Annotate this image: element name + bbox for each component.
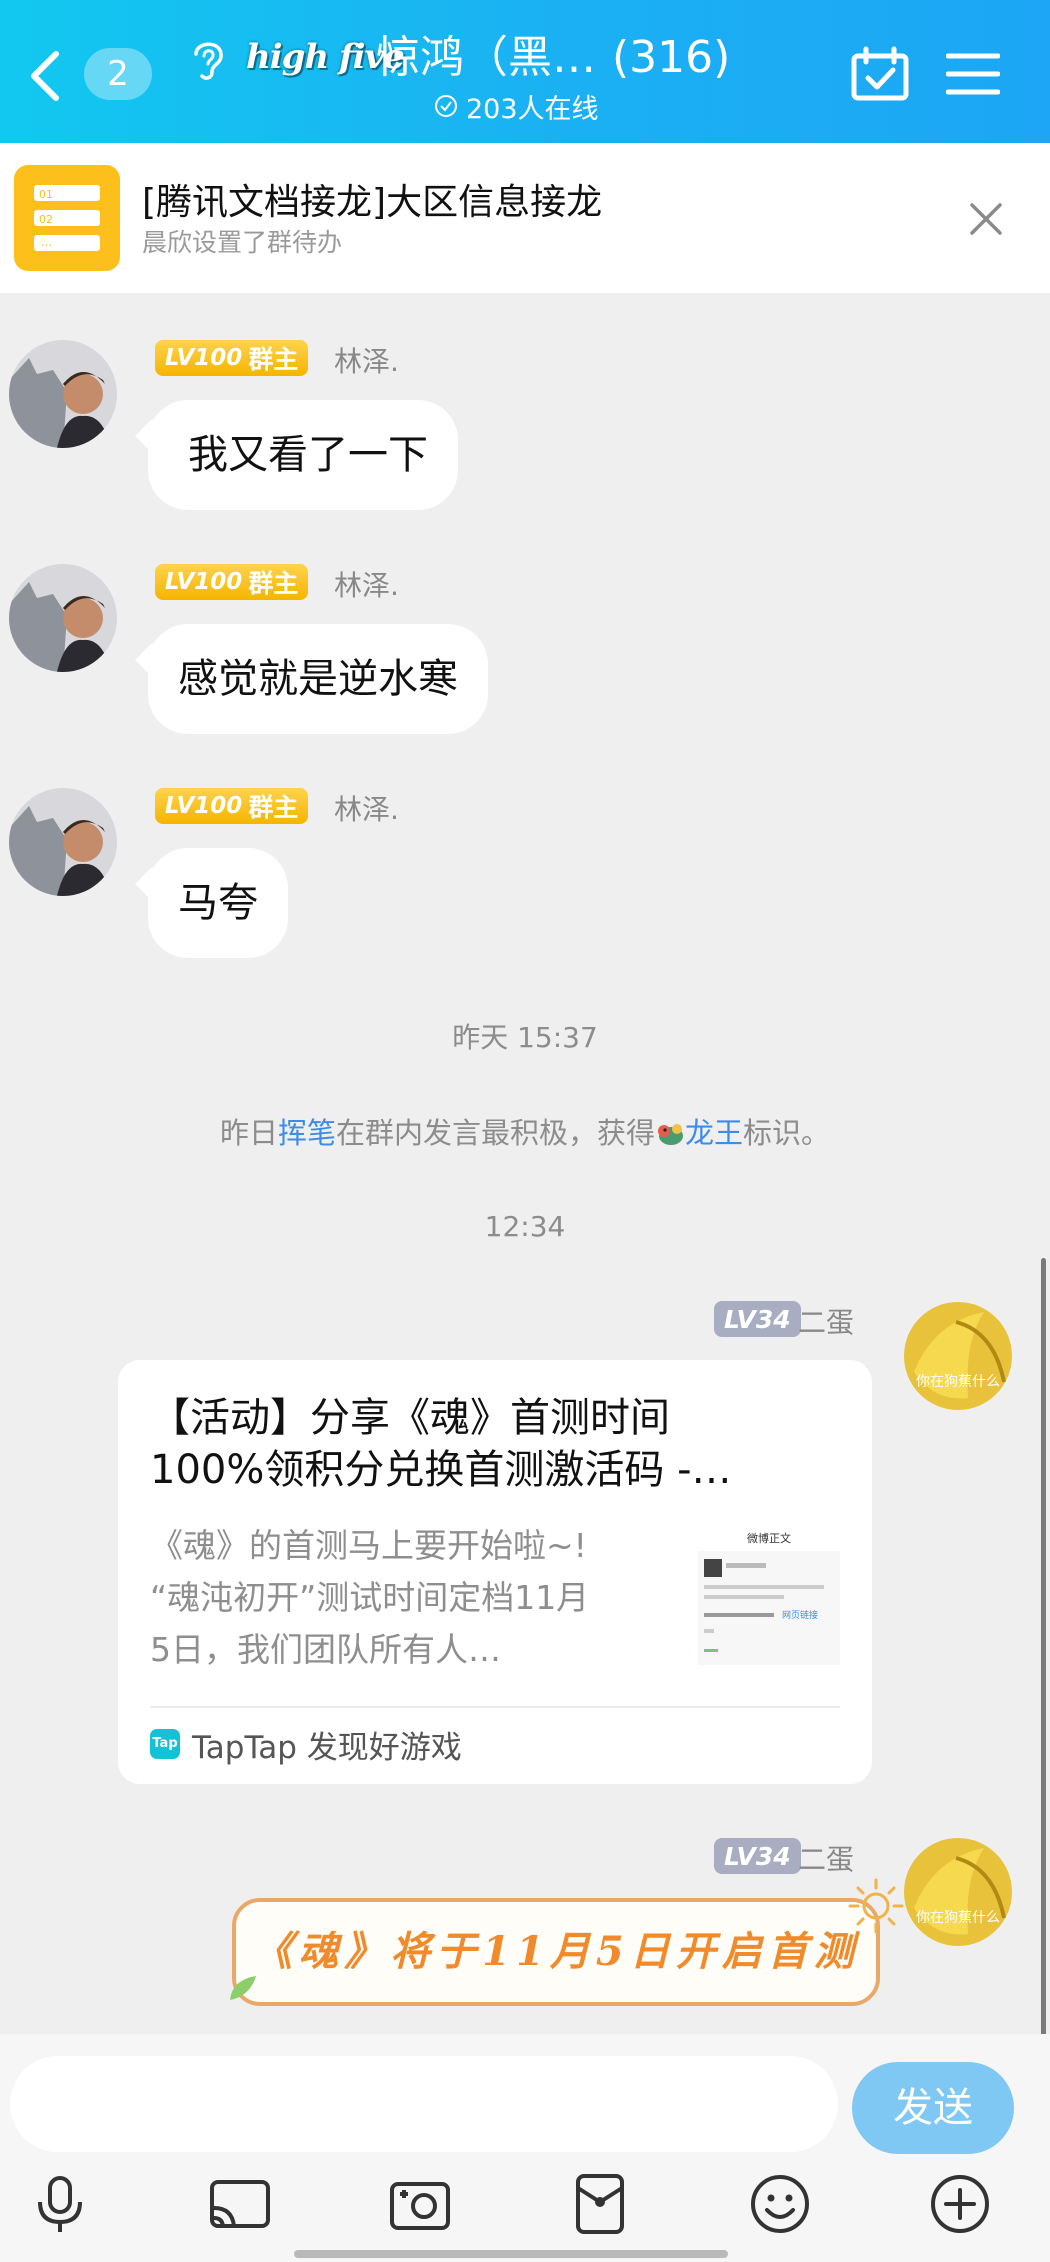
- scrollbar[interactable]: [1041, 1258, 1046, 2038]
- card-title: 【活动】分享《魂》首测时间 100%领积分兑换首测激活码 -…: [150, 1392, 840, 1496]
- avatar-image: 你在狗蕉什么: [904, 1838, 1012, 1946]
- card-source-text: TapTap 发现好游戏: [192, 1729, 462, 1766]
- clock-check-icon: [435, 95, 457, 117]
- card-desc-line: 《魂》的首测马上要开始啦~!: [150, 1526, 587, 1565]
- badge-role: 群主: [248, 569, 299, 598]
- avatar[interactable]: [9, 340, 117, 448]
- svg-text:02: 02: [39, 213, 53, 226]
- badge-role: 群主: [248, 345, 299, 374]
- message-bubble[interactable]: 马夸: [148, 848, 288, 958]
- timestamp: 昨天 15:37: [452, 1021, 598, 1054]
- avatar-caption: 你在狗蕉什么: [916, 1374, 1000, 1390]
- card-desc-line: 5日，我们团队所有人…: [150, 1630, 501, 1669]
- input-area: 发送: [0, 2034, 1050, 2262]
- badge-level: LV100: [165, 345, 243, 371]
- notice-user-link[interactable]: 挥笔: [278, 1116, 336, 1150]
- document-list-icon: 01 02 …: [14, 165, 120, 271]
- sender-name[interactable]: 林泽.: [334, 788, 399, 828]
- thumb-link: 网页链接: [782, 1609, 818, 1621]
- pinned-subtitle: 晨欣设置了群待办: [142, 228, 343, 257]
- plus-icon[interactable]: [928, 2172, 992, 2236]
- share-card[interactable]: 【活动】分享《魂》首测时间 100%领积分兑换首测激活码 -… 《魂》的首测马上…: [118, 1360, 872, 1784]
- notice-text: 在群内发言最积极，获得: [335, 1116, 655, 1150]
- timestamp: 12:34: [484, 1210, 566, 1243]
- sun-icon: [848, 1878, 904, 1934]
- card-title-line: 【活动】分享《魂》首测时间: [150, 1395, 670, 1441]
- member-count: (316): [612, 32, 731, 83]
- avatar[interactable]: [9, 788, 117, 896]
- svg-text:…: …: [41, 236, 52, 249]
- card-thumbnail: 微博正文 网页链接: [698, 1525, 840, 1665]
- message-text: 我又看了一下: [188, 432, 428, 478]
- red-packet-icon[interactable]: [568, 2172, 632, 2236]
- svg-text:01: 01: [39, 188, 53, 201]
- home-indicator[interactable]: [294, 2250, 728, 2258]
- card-description: 《魂》的首测马上要开始啦~! “魂沌初开”测试时间定档11月 5日，我们团队所有…: [150, 1520, 680, 1676]
- owner-level-badge: LV100 群主: [155, 564, 309, 600]
- online-count: 203人在线: [466, 93, 599, 125]
- photo-icon[interactable]: [388, 2172, 452, 2236]
- member-level-badge: LV34: [714, 1301, 801, 1337]
- member-level-badge: LV34: [714, 1838, 801, 1874]
- sender-name[interactable]: 二蛋: [798, 1838, 854, 1878]
- close-icon[interactable]: [966, 199, 1006, 239]
- avatar-image: [9, 340, 117, 448]
- leaf-icon: [230, 1976, 256, 2000]
- card-title-line: 100%领积分兑换首测激活码 -…: [150, 1447, 732, 1493]
- menu-icon[interactable]: [946, 52, 1000, 96]
- message-bubble[interactable]: 感觉就是逆水寒: [148, 624, 488, 734]
- online-status: 203人在线: [434, 88, 599, 125]
- pinned-todo-bar[interactable]: 01 02 … [腾讯文档接龙]大区信息接龙 晨欣设置了群待办: [0, 143, 1050, 293]
- self-avatar[interactable]: 你在狗蕉什么: [904, 1302, 1012, 1410]
- badge-level: LV34: [724, 1841, 791, 1871]
- message-text: 感觉就是逆水寒: [178, 656, 458, 702]
- chat-header: 2 high five 惊鸿（黑… (316) 203人在线: [0, 0, 1050, 143]
- dragon-icon: [658, 1124, 683, 1145]
- microphone-icon[interactable]: [28, 2172, 92, 2236]
- owner-level-badge: LV100 群主: [155, 340, 309, 376]
- owner-level-badge: LV100 群主: [155, 788, 309, 824]
- message-text: 马夸: [178, 880, 258, 926]
- avatar-caption: 你在狗蕉什么: [916, 1910, 1000, 1926]
- emoji-icon[interactable]: [748, 2172, 812, 2236]
- group-title[interactable]: 惊鸿（黑… (316): [376, 28, 730, 88]
- sender-name[interactable]: 林泽.: [334, 564, 399, 604]
- unread-count-badge[interactable]: 2: [84, 48, 152, 100]
- ear-icon[interactable]: [188, 36, 228, 82]
- avatar-image: 你在狗蕉什么: [904, 1302, 1012, 1410]
- pinned-title: [腾讯文档接龙]大区信息接龙: [142, 182, 603, 223]
- thumb-header: 微博正文: [747, 1531, 791, 1545]
- sender-name[interactable]: 二蛋: [798, 1301, 854, 1341]
- notice-text: 昨日: [219, 1116, 278, 1150]
- badge-role: 群主: [248, 793, 299, 822]
- back-arrow-icon[interactable]: [26, 48, 66, 104]
- message-bubble[interactable]: 我又看了一下: [148, 400, 458, 510]
- avatar-image: [9, 564, 117, 672]
- self-avatar[interactable]: 你在狗蕉什么: [904, 1838, 1012, 1946]
- sticker-text: 《魂》将于11月5日开启首测: [252, 1928, 860, 1975]
- card-divider: [150, 1706, 840, 1708]
- avatar-image: [9, 788, 117, 896]
- badge-level: LV100: [165, 569, 243, 595]
- badge-level: LV34: [724, 1304, 791, 1334]
- group-name: 惊鸿（黑…: [376, 32, 596, 83]
- card-source: Tap TapTap 发现好游戏: [150, 1722, 462, 1766]
- calendar-check-icon[interactable]: [850, 46, 910, 102]
- badge-level: LV100: [165, 793, 243, 819]
- sender-name[interactable]: 林泽.: [334, 340, 399, 380]
- notice-title-link[interactable]: 龙王: [685, 1116, 743, 1150]
- taptap-icon: Tap: [150, 1729, 180, 1759]
- send-button[interactable]: 发送: [852, 2062, 1014, 2154]
- card-desc-line: “魂沌初开”测试时间定档11月: [150, 1578, 590, 1617]
- screen-cast-icon[interactable]: [208, 2172, 272, 2236]
- system-notice: 昨日挥笔在群内发言最积极，获得 龙王标识。: [0, 1110, 1050, 1152]
- message-input[interactable]: [10, 2056, 838, 2152]
- announcement-sticker[interactable]: 《魂》将于11月5日开启首测: [230, 1878, 904, 2006]
- notice-text: 标识。: [743, 1116, 831, 1150]
- avatar[interactable]: [9, 564, 117, 672]
